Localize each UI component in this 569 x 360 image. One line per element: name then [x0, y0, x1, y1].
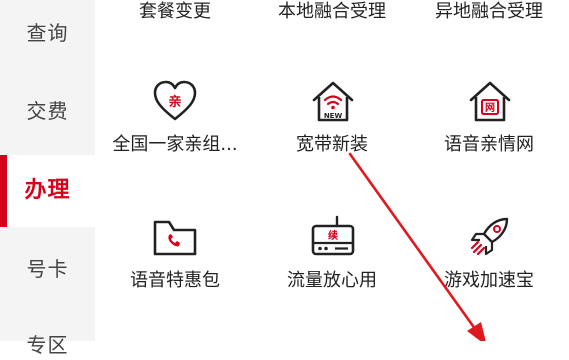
- house-wifi-icon: NEW: [310, 80, 356, 124]
- heart-icon-glyph: 亲: [168, 94, 181, 110]
- house-wifi-icon-glyph: NEW: [324, 112, 343, 120]
- folder-phone-icon: [152, 216, 198, 258]
- service-remote-fusion[interactable]: 异地融合受理: [414, 0, 564, 24]
- sidebar-item-label: 号卡: [26, 257, 69, 281]
- service-broadband-new[interactable]: NEW 宽带新装: [257, 76, 407, 158]
- service-family-group[interactable]: 亲 全国一家亲组...: [100, 76, 250, 158]
- sidebar-item-label: 查询: [26, 21, 69, 45]
- heart-icon: 亲: [152, 80, 198, 122]
- sidebar-item-number-card[interactable]: 号卡: [0, 254, 95, 284]
- service-game-accelerator[interactable]: 游戏加速宝: [414, 212, 564, 294]
- service-local-fusion[interactable]: 本地融合受理: [257, 0, 407, 24]
- active-indicator: [0, 155, 7, 227]
- service-label: 异地融合受理: [435, 1, 543, 22]
- sidebar-item-label: 交费: [26, 99, 69, 123]
- router-icon: 续: [309, 214, 357, 258]
- category-sidebar: 查询 交费 办理 号卡 专区: [0, 0, 95, 357]
- service-label: 语音亲情网: [444, 134, 534, 155]
- sidebar-item-zone[interactable]: 专区: [0, 330, 95, 360]
- service-voice-discount-pack[interactable]: 语音特惠包: [100, 212, 250, 294]
- service-label: 全国一家亲组...: [112, 134, 238, 155]
- sidebar-item-label: 专区: [26, 333, 69, 357]
- service-voice-family-network[interactable]: 网 语音亲情网: [414, 76, 564, 158]
- rocket-icon: [467, 214, 513, 260]
- service-package-change[interactable]: 套餐变更: [100, 0, 250, 24]
- sidebar-item-handle[interactable]: 办理: [0, 155, 95, 227]
- sidebar-item-query[interactable]: 查询: [0, 18, 95, 48]
- service-data-worry-free[interactable]: 续 流量放心用: [257, 212, 407, 294]
- service-label: 游戏加速宝: [444, 270, 534, 291]
- service-label: 宽带新装: [296, 134, 368, 155]
- service-label: 语音特惠包: [130, 270, 220, 291]
- service-label: 套餐变更: [139, 1, 211, 22]
- sidebar-item-label: 办理: [24, 178, 71, 203]
- house-network-icon-glyph: 网: [485, 102, 495, 114]
- sidebar-item-payment[interactable]: 交费: [0, 96, 95, 126]
- house-network-icon: 网: [467, 80, 513, 124]
- service-label: 流量放心用: [287, 270, 377, 291]
- service-label: 本地融合受理: [278, 1, 386, 22]
- router-icon-glyph: 续: [328, 229, 338, 242]
